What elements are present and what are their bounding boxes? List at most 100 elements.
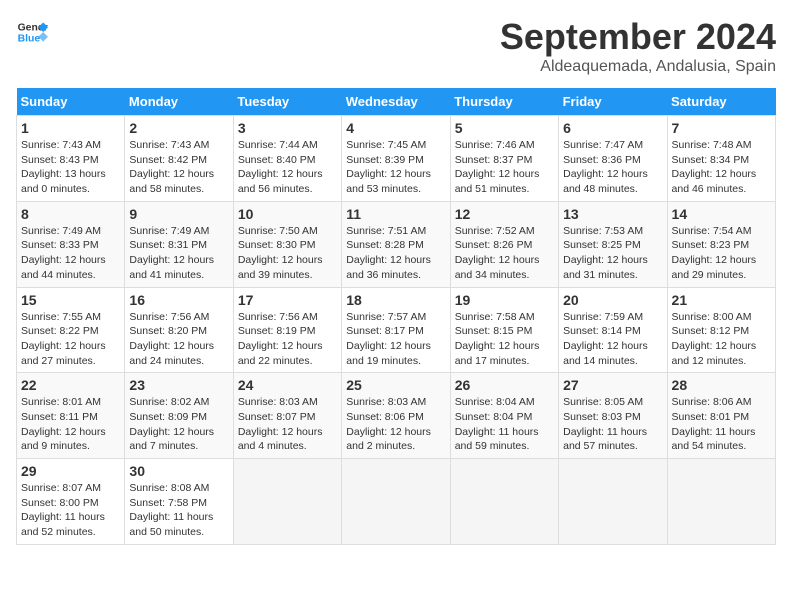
day-detail: Sunrise: 7:43 AM Sunset: 8:43 PM Dayligh… xyxy=(21,138,120,197)
calendar-cell: 7 Sunrise: 7:48 AM Sunset: 8:34 PM Daylig… xyxy=(667,116,775,202)
logo-icon: General Blue xyxy=(16,16,48,48)
calendar-cell: 15Sunrise: 7:55 AM Sunset: 8:22 PM Dayli… xyxy=(17,287,125,373)
calendar-cell: 23 Sunrise: 8:02 AM Sunset: 8:09 PM Dayli… xyxy=(125,373,233,459)
day-number: 6 xyxy=(563,120,662,136)
day-detail: Sunrise: 7:53 AM Sunset: 8:25 PM Dayligh… xyxy=(563,224,662,283)
day-detail: Sunrise: 8:01 AM Sunset: 8:11 PM Dayligh… xyxy=(21,395,120,454)
calendar-week-3: 15Sunrise: 7:55 AM Sunset: 8:22 PM Dayli… xyxy=(17,287,776,373)
svg-text:Blue: Blue xyxy=(18,34,41,45)
calendar-cell: 21 Sunrise: 8:00 AM Sunset: 8:12 PM Dayli… xyxy=(667,287,775,373)
day-header-sunday: Sunday xyxy=(17,88,125,116)
calendar-cell: 19 Sunrise: 7:58 AM Sunset: 8:15 PM Dayli… xyxy=(450,287,558,373)
day-detail: Sunrise: 7:49 AM Sunset: 8:33 PM Dayligh… xyxy=(21,224,120,283)
calendar-cell: 25 Sunrise: 8:03 AM Sunset: 8:06 PM Dayli… xyxy=(342,373,450,459)
calendar-cell: 16 Sunrise: 7:56 AM Sunset: 8:20 PM Dayli… xyxy=(125,287,233,373)
day-number: 5 xyxy=(455,120,554,136)
day-detail: Sunrise: 8:08 AM Sunset: 7:58 PM Dayligh… xyxy=(129,481,228,540)
day-number: 14 xyxy=(672,206,771,222)
day-detail: Sunrise: 7:58 AM Sunset: 8:15 PM Dayligh… xyxy=(455,310,554,369)
day-number: 9 xyxy=(129,206,228,222)
days-header-row: SundayMondayTuesdayWednesdayThursdayFrid… xyxy=(17,88,776,116)
logo: General Blue xyxy=(16,16,48,48)
day-number: 23 xyxy=(129,377,228,393)
day-number: 29 xyxy=(21,463,120,479)
day-header-monday: Monday xyxy=(125,88,233,116)
calendar-cell: 2Sunrise: 7:43 AM Sunset: 8:42 PM Daylig… xyxy=(125,116,233,202)
calendar-cell: 28 Sunrise: 8:06 AM Sunset: 8:01 PM Dayli… xyxy=(667,373,775,459)
day-detail: Sunrise: 8:03 AM Sunset: 8:07 PM Dayligh… xyxy=(238,395,337,454)
calendar-cell: 1 Sunrise: 7:43 AM Sunset: 8:43 PM Daylig… xyxy=(17,116,125,202)
day-number: 28 xyxy=(672,377,771,393)
day-detail: Sunrise: 8:00 AM Sunset: 8:12 PM Dayligh… xyxy=(672,310,771,369)
day-number: 20 xyxy=(563,292,662,308)
day-detail: Sunrise: 7:48 AM Sunset: 8:34 PM Dayligh… xyxy=(672,138,771,197)
day-number: 13 xyxy=(563,206,662,222)
day-number: 25 xyxy=(346,377,445,393)
calendar-cell xyxy=(667,459,775,545)
day-number: 24 xyxy=(238,377,337,393)
location-subtitle: Aldeaquemada, Andalusia, Spain xyxy=(500,58,776,76)
day-detail: Sunrise: 7:57 AM Sunset: 8:17 PM Dayligh… xyxy=(346,310,445,369)
day-detail: Sunrise: 8:06 AM Sunset: 8:01 PM Dayligh… xyxy=(672,395,771,454)
day-detail: Sunrise: 7:55 AM Sunset: 8:22 PM Dayligh… xyxy=(21,310,120,369)
day-number: 3 xyxy=(238,120,337,136)
day-number: 22 xyxy=(21,377,120,393)
day-number: 8 xyxy=(21,206,120,222)
day-detail: Sunrise: 8:03 AM Sunset: 8:06 PM Dayligh… xyxy=(346,395,445,454)
calendar-cell: 27Sunrise: 8:05 AM Sunset: 8:03 PM Dayli… xyxy=(559,373,667,459)
calendar-cell: 22 Sunrise: 8:01 AM Sunset: 8:11 PM Dayli… xyxy=(17,373,125,459)
calendar-cell: 18 Sunrise: 7:57 AM Sunset: 8:17 PM Dayli… xyxy=(342,287,450,373)
calendar-cell: 10Sunrise: 7:50 AM Sunset: 8:30 PM Dayli… xyxy=(233,201,341,287)
title-area: September 2024 Aldeaquemada, Andalusia, … xyxy=(500,16,776,76)
calendar-cell xyxy=(233,459,341,545)
calendar-week-4: 22 Sunrise: 8:01 AM Sunset: 8:11 PM Dayli… xyxy=(17,373,776,459)
day-number: 12 xyxy=(455,206,554,222)
calendar-cell: 14 Sunrise: 7:54 AM Sunset: 8:23 PM Dayli… xyxy=(667,201,775,287)
day-detail: Sunrise: 8:02 AM Sunset: 8:09 PM Dayligh… xyxy=(129,395,228,454)
day-detail: Sunrise: 7:59 AM Sunset: 8:14 PM Dayligh… xyxy=(563,310,662,369)
calendar-cell: 11 Sunrise: 7:51 AM Sunset: 8:28 PM Dayli… xyxy=(342,201,450,287)
day-detail: Sunrise: 7:46 AM Sunset: 8:37 PM Dayligh… xyxy=(455,138,554,197)
calendar-week-1: 1 Sunrise: 7:43 AM Sunset: 8:43 PM Daylig… xyxy=(17,116,776,202)
day-detail: Sunrise: 7:56 AM Sunset: 8:20 PM Dayligh… xyxy=(129,310,228,369)
day-detail: Sunrise: 7:50 AM Sunset: 8:30 PM Dayligh… xyxy=(238,224,337,283)
day-number: 11 xyxy=(346,206,445,222)
day-detail: Sunrise: 7:52 AM Sunset: 8:26 PM Dayligh… xyxy=(455,224,554,283)
day-detail: Sunrise: 7:44 AM Sunset: 8:40 PM Dayligh… xyxy=(238,138,337,197)
calendar-cell xyxy=(559,459,667,545)
day-number: 18 xyxy=(346,292,445,308)
calendar-cell: 20 Sunrise: 7:59 AM Sunset: 8:14 PM Dayli… xyxy=(559,287,667,373)
day-detail: Sunrise: 7:56 AM Sunset: 8:19 PM Dayligh… xyxy=(238,310,337,369)
day-number: 7 xyxy=(672,120,771,136)
calendar-week-2: 8 Sunrise: 7:49 AM Sunset: 8:33 PM Daylig… xyxy=(17,201,776,287)
day-number: 16 xyxy=(129,292,228,308)
day-number: 1 xyxy=(21,120,120,136)
month-title: September 2024 xyxy=(500,16,776,58)
day-number: 17 xyxy=(238,292,337,308)
day-detail: Sunrise: 7:54 AM Sunset: 8:23 PM Dayligh… xyxy=(672,224,771,283)
day-number: 30 xyxy=(129,463,228,479)
day-number: 21 xyxy=(672,292,771,308)
calendar-cell xyxy=(342,459,450,545)
day-number: 4 xyxy=(346,120,445,136)
calendar-cell: 4 Sunrise: 7:45 AM Sunset: 8:39 PM Daylig… xyxy=(342,116,450,202)
day-detail: Sunrise: 7:45 AM Sunset: 8:39 PM Dayligh… xyxy=(346,138,445,197)
page-header: General Blue September 2024 Aldeaquemada… xyxy=(16,16,776,76)
calendar-cell: 17 Sunrise: 7:56 AM Sunset: 8:19 PM Dayli… xyxy=(233,287,341,373)
calendar-cell: 12 Sunrise: 7:52 AM Sunset: 8:26 PM Dayli… xyxy=(450,201,558,287)
day-header-thursday: Thursday xyxy=(450,88,558,116)
day-header-saturday: Saturday xyxy=(667,88,775,116)
calendar-cell: 24 Sunrise: 8:03 AM Sunset: 8:07 PM Dayli… xyxy=(233,373,341,459)
calendar-cell: 26Sunrise: 8:04 AM Sunset: 8:04 PM Dayli… xyxy=(450,373,558,459)
calendar-cell: 3 Sunrise: 7:44 AM Sunset: 8:40 PM Daylig… xyxy=(233,116,341,202)
calendar-table: SundayMondayTuesdayWednesdayThursdayFrid… xyxy=(16,88,776,545)
day-detail: Sunrise: 8:07 AM Sunset: 8:00 PM Dayligh… xyxy=(21,481,120,540)
day-number: 19 xyxy=(455,292,554,308)
day-header-wednesday: Wednesday xyxy=(342,88,450,116)
day-detail: Sunrise: 7:43 AM Sunset: 8:42 PM Dayligh… xyxy=(129,138,228,197)
calendar-cell: 9Sunrise: 7:49 AM Sunset: 8:31 PM Daylig… xyxy=(125,201,233,287)
day-detail: Sunrise: 7:47 AM Sunset: 8:36 PM Dayligh… xyxy=(563,138,662,197)
day-detail: Sunrise: 7:51 AM Sunset: 8:28 PM Dayligh… xyxy=(346,224,445,283)
day-header-tuesday: Tuesday xyxy=(233,88,341,116)
day-detail: Sunrise: 8:05 AM Sunset: 8:03 PM Dayligh… xyxy=(563,395,662,454)
